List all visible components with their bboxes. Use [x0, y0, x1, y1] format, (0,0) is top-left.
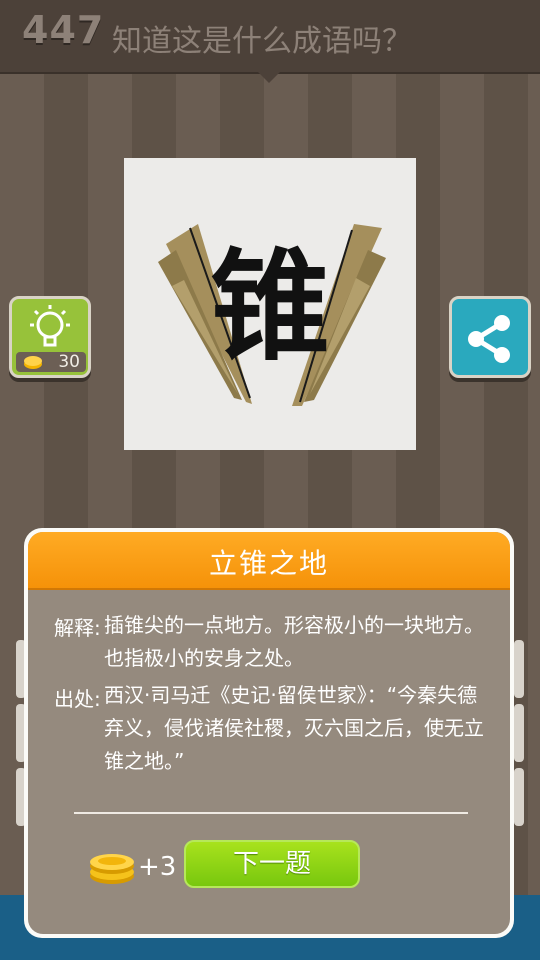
level-number: 447: [22, 8, 105, 52]
answer-tile: [514, 640, 524, 698]
answer-popup-body: 立锥之地 解释: 插锥尖的一点地方。形容极小的一块地方。也指极小的安身之处。 出…: [28, 532, 510, 934]
puzzle-character: 锥: [210, 236, 330, 377]
explain-label: 解释:: [54, 616, 101, 640]
idiom-title: 立锥之地: [208, 547, 329, 580]
coin-icon: [24, 356, 42, 369]
next-question-button[interactable]: 下一题: [184, 840, 360, 888]
share-button[interactable]: [449, 296, 531, 378]
answer-popup: 立锥之地 解释: 插锥尖的一点地方。形容极小的一块地方。也指极小的安身之处。 出…: [24, 528, 514, 938]
coins-icon: [90, 854, 134, 884]
source-text: 西汉·司马迁《史记·留侯世家》：“今秦失德弃义，侵伐诸侯社稷，灭六国之后，使无立…: [104, 683, 484, 773]
question-text: 知道这是什么成语吗？: [112, 24, 412, 59]
hint-cost: 30: [58, 352, 80, 372]
share-icon: [468, 315, 510, 363]
puzzle-image: 锥: [124, 158, 416, 450]
hint-cost-badge: 30: [16, 352, 86, 372]
answer-tile: [514, 704, 524, 762]
answer-tile: [514, 768, 524, 826]
lightbulb-icon: [30, 305, 70, 347]
source-label: 出处:: [54, 687, 101, 711]
top-bar-pointer: [258, 72, 280, 83]
answer-popup-header: 立锥之地: [28, 532, 510, 590]
top-bar: 447 知道这是什么成语吗？: [0, 0, 540, 74]
coin-reward: +3: [138, 852, 177, 882]
explain-text: 插锥尖的一点地方。形容极小的一块地方。也指极小的安身之处。: [104, 613, 484, 670]
hint-button[interactable]: 30: [9, 296, 91, 378]
divider: [74, 812, 468, 814]
